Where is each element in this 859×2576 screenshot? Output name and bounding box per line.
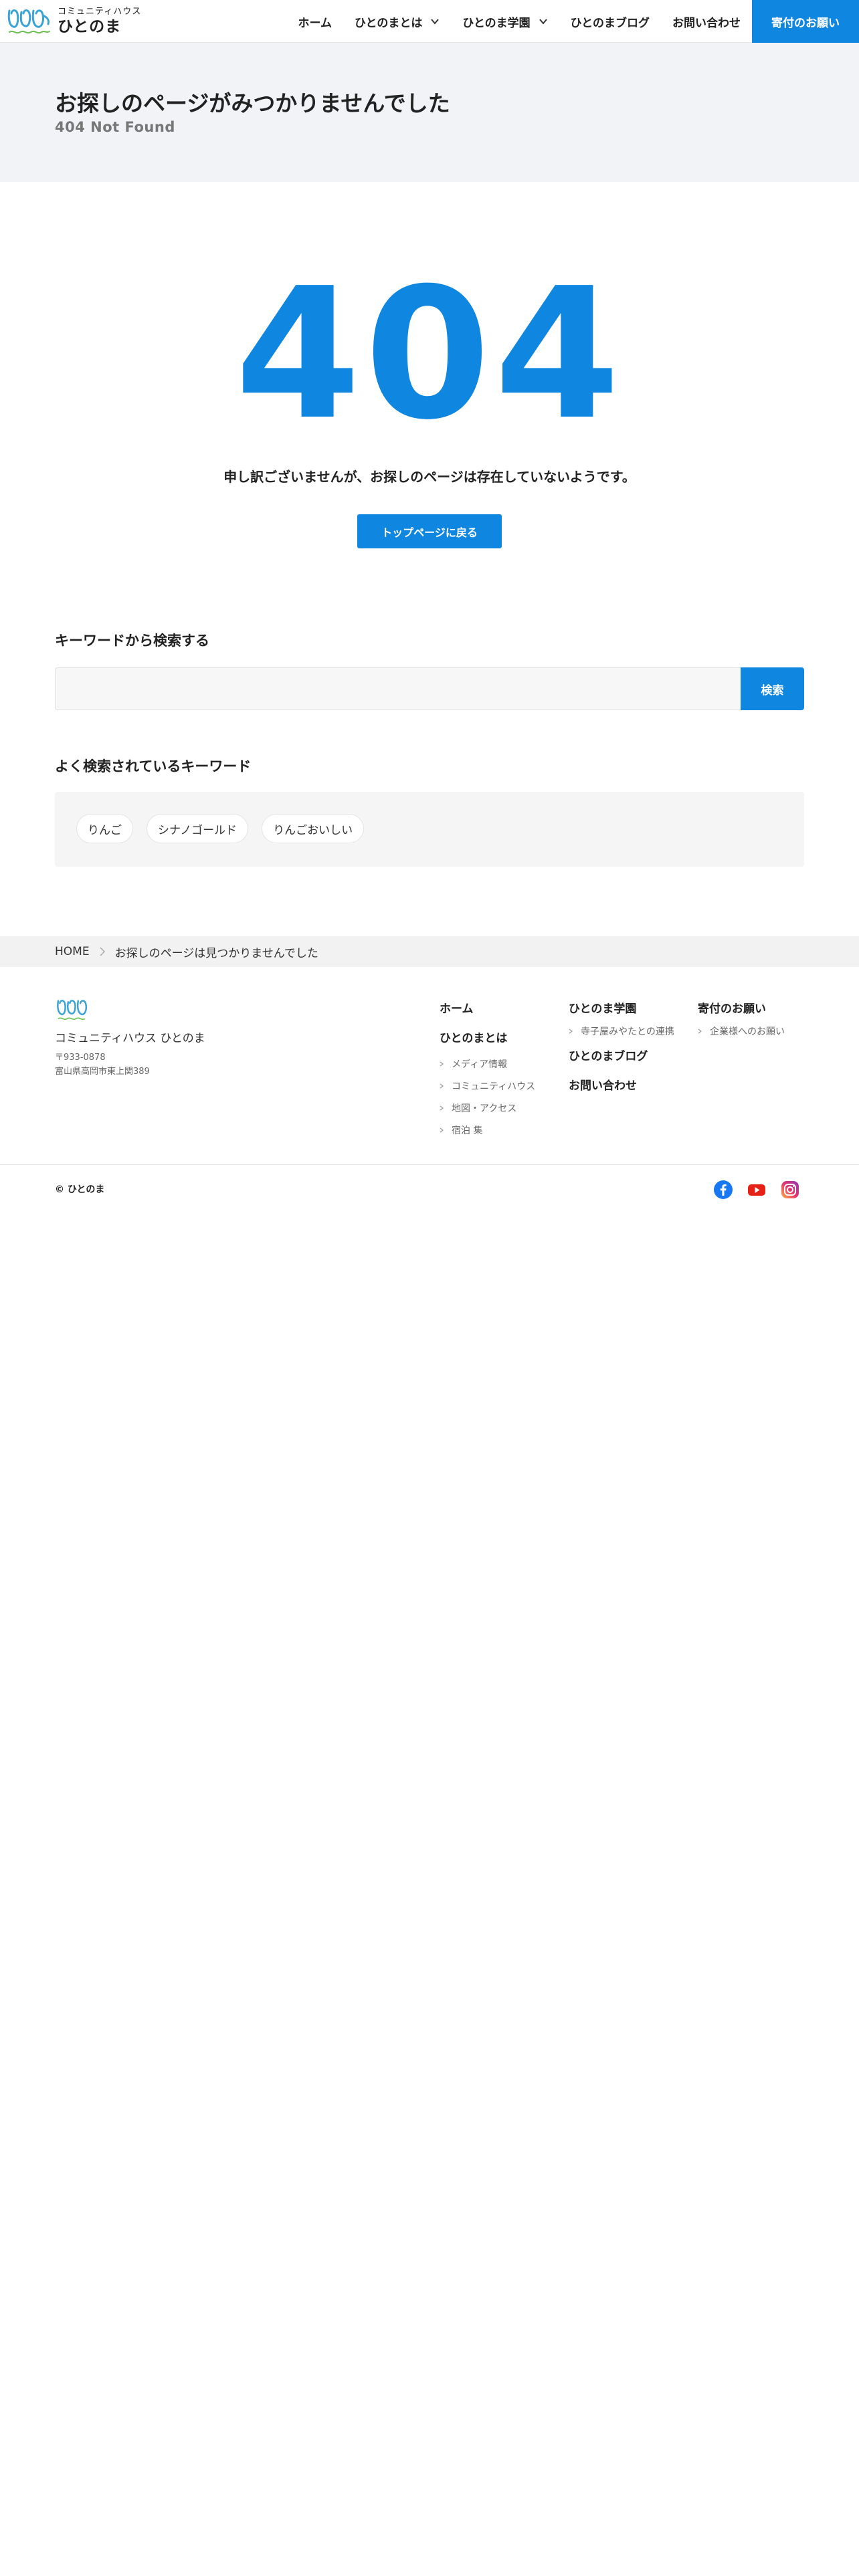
footer-sublink[interactable]: 宿泊 集 — [440, 1123, 535, 1137]
footer-address: 富山県高岡市東上関389 — [55, 1067, 150, 1077]
search-button[interactable]: 検索 — [741, 667, 804, 710]
footer-sublink-label: メディア情報 — [452, 1059, 508, 1070]
keyword-list: りんご シナノゴールド りんごおいしい — [76, 814, 377, 843]
footer-link-school[interactable]: ひとのま学園 — [569, 999, 674, 1016]
chevron-right-icon — [440, 1061, 444, 1067]
chevron-right-icon — [698, 1029, 702, 1034]
nav-item-contact[interactable]: お問い合わせ — [661, 0, 752, 43]
footer-col-2: ひとのま学園 寺子屋みやたとの連携 ひとのまブログ お問い合わせ — [569, 999, 674, 1093]
error-message: 申し訳ございませんが、お探しのページは存在していないようです。 — [223, 469, 636, 485]
back-to-top-page-button[interactable]: トップページに戻る — [357, 514, 502, 548]
breadcrumb: HOME お探しのページは見つかりませんでした — [0, 936, 859, 967]
breadcrumb-home[interactable]: HOME — [55, 945, 90, 958]
chevron-right-icon — [440, 1083, 444, 1089]
footer-logo-icon[interactable] — [55, 996, 94, 1023]
footer-sublink[interactable]: 企業様へのお願い — [698, 1025, 785, 1038]
footer-link-donate[interactable]: 寄付のお願い — [698, 999, 785, 1016]
nav-label: ひとのまとは — [355, 16, 423, 30]
footer-sublink-label: 企業様へのお願い — [710, 1027, 785, 1037]
popular-keywords-heading: よく検索されているキーワード — [55, 758, 252, 774]
keyword-chip[interactable]: シナノゴールド — [147, 814, 249, 843]
nav-item-home[interactable]: ホーム — [287, 0, 344, 43]
chevron-down-icon — [539, 19, 547, 25]
donate-button[interactable]: 寄付のお願い — [752, 0, 859, 43]
chevron-right-icon — [100, 947, 105, 956]
footer-col-1: ホーム ひとのまとは メディア情報 コミュニティハウス 地図・アクセス 宿泊 集 — [440, 999, 535, 1137]
breadcrumb-current: お探しのページは見つかりませんでした — [114, 946, 318, 960]
nav-label: ひとのま学園 — [462, 16, 531, 30]
page-subtitle: 404 Not Found — [55, 119, 175, 135]
logo-subtitle: コミュニティハウス — [58, 7, 142, 17]
chevron-down-icon — [431, 19, 440, 25]
site-header: コミュニティハウス ひとのま ホーム ひとのまとは ひとのま学園 ひとのまブログ… — [0, 0, 859, 43]
footer-sublink[interactable]: 寺子屋みやたとの連携 — [569, 1025, 674, 1038]
popular-keywords-panel: りんご シナノゴールド りんごおいしい — [55, 792, 804, 867]
footer-sublink-label: 地図・アクセス — [452, 1103, 517, 1114]
nav-item-about[interactable]: ひとのまとは — [343, 0, 451, 43]
footer-link-about[interactable]: ひとのまとは — [440, 1029, 535, 1045]
footer-link-contact[interactable]: お問い合わせ — [569, 1076, 674, 1093]
logo-title: ひとのま — [58, 18, 122, 35]
chevron-right-icon — [440, 1105, 444, 1111]
chevron-right-icon — [569, 1029, 573, 1034]
facebook-icon[interactable] — [713, 1180, 733, 1200]
footer-link-blog[interactable]: ひとのまブログ — [569, 1047, 674, 1063]
page-title: お探しのページがみつかりませんでした — [55, 90, 450, 116]
nav-item-blog[interactable]: ひとのまブログ — [559, 0, 661, 43]
chevron-right-icon — [440, 1128, 444, 1133]
error-code: 404 — [235, 249, 624, 459]
footer-col-3: 寄付のお願い 企業様へのお願い — [698, 999, 785, 1038]
copyright: © ひとのま — [55, 1184, 105, 1195]
footer-sublink[interactable]: メディア情報 — [440, 1057, 535, 1071]
footer-divider — [0, 1164, 859, 1165]
footer-sublink-label: 寺子屋みやたとの連携 — [581, 1027, 674, 1037]
nav-label: お問い合わせ — [672, 16, 741, 30]
footer-sublink-label: 宿泊 集 — [452, 1125, 483, 1136]
footer-postal: 〒933-0878 — [55, 1053, 106, 1063]
footer-link-home[interactable]: ホーム — [440, 999, 535, 1016]
logo-mark-icon — [7, 9, 50, 34]
nav-label: ホーム — [298, 16, 332, 30]
site-logo[interactable]: コミュニティハウス ひとのま — [5, 5, 141, 37]
keyword-chip[interactable]: りんごおいしい — [262, 814, 365, 843]
search-input[interactable] — [55, 667, 741, 710]
footer-sublink-label: コミュニティハウス — [452, 1081, 536, 1092]
footer-sublink[interactable]: 地図・アクセス — [440, 1101, 535, 1115]
instagram-icon[interactable] — [780, 1180, 800, 1200]
global-nav: ホーム ひとのまとは ひとのま学園 ひとのまブログ お問い合わせ — [287, 0, 752, 43]
nav-item-school[interactable]: ひとのま学園 — [451, 0, 559, 43]
keyword-chip[interactable]: りんご — [76, 814, 133, 843]
footer-site-name: コミュニティハウス ひとのま — [55, 1032, 205, 1045]
search-heading: キーワードから検索する — [55, 633, 209, 649]
nav-label: ひとのまブログ — [570, 16, 650, 30]
youtube-icon[interactable] — [747, 1180, 767, 1200]
footer-sublink[interactable]: コミュニティハウス — [440, 1079, 535, 1093]
